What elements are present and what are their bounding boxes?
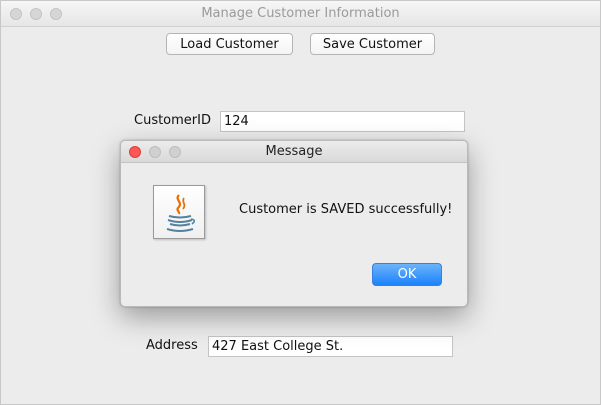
java-icon [153,185,205,239]
save-customer-button[interactable]: Save Customer [310,33,435,55]
address-label: Address [146,338,198,353]
load-customer-button[interactable]: Load Customer [166,33,293,55]
window-titlebar[interactable]: Manage Customer Information [1,1,600,27]
ok-button[interactable]: OK [372,263,442,286]
customer-id-field[interactable]: 124 [220,111,465,132]
message-dialog: Message Customer is SAVED successfully! … [120,140,468,307]
window-title: Manage Customer Information [201,6,400,21]
dialog-title: Message [265,144,323,159]
address-field[interactable]: 427 East College St. [208,336,453,357]
dialog-titlebar[interactable]: Message [121,141,467,163]
customer-id-label: CustomerID [134,113,211,128]
dialog-message: Customer is SAVED successfully! [239,202,453,217]
